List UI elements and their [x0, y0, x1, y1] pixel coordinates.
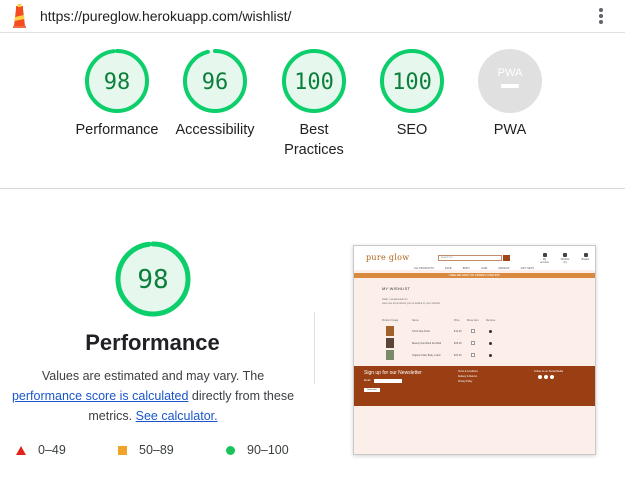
gauge-score: 98 [104, 70, 131, 95]
thumb-basket-icon: Basket [581, 253, 590, 265]
legend-range: 50–89 [139, 443, 174, 457]
thumb-row: Organic Daily Body Lotion €22.00 [382, 350, 512, 360]
thumb-heart-icon: Wishlist (0) [561, 253, 570, 265]
thumb-row: Beauty Dumbbell Set Bold €26.00 [382, 338, 512, 348]
thumb-intro: Hello, mariasavasimm [382, 298, 408, 301]
thumb-brand: pure glow [366, 253, 410, 262]
page-url[interactable]: https://pureglow.herokuapp.com/wishlist/ [40, 8, 291, 24]
section-divider [0, 188, 625, 189]
performance-score: 98 [137, 265, 168, 295]
pwa-badge-text: PWA [498, 67, 523, 79]
thumb-nav: ALL PRODUCTS FACE BODY HAIR MAKEUP GIFT SETS [414, 267, 534, 270]
gauge-best-practices[interactable]: 100 Best Practices [259, 48, 369, 160]
gauge-ring: 98 [85, 49, 149, 113]
gauge-performance[interactable]: 98 Performance [62, 48, 172, 140]
thumb-newsletter-title: Sign up for our Newsletter [364, 370, 422, 376]
average-square-icon [118, 445, 127, 455]
thumb-email-input [374, 379, 402, 383]
gauge-score: 100 [294, 70, 334, 95]
thumb-footer: Sign up for our Newsletter Email Subscri… [354, 366, 595, 406]
divider [0, 32, 625, 33]
gauge-label: Performance [75, 122, 159, 138]
final-screenshot[interactable]: pure glow Search for ... My account Wish… [353, 245, 596, 455]
performance-title: Performance [85, 330, 220, 355]
thumb-header: pure glow Search for ... My account Wish… [354, 246, 595, 270]
thumb-search-icon [503, 255, 510, 261]
thumb-intro: Here are all products you've added to yo… [382, 302, 440, 305]
lighthouse-logo-icon [13, 4, 26, 28]
more-options-icon[interactable] [596, 6, 606, 26]
legend-range: 0–49 [38, 443, 66, 457]
legend-range: 90–100 [247, 443, 289, 457]
gauge-label: Accessibility [175, 122, 255, 138]
thumb-heading: MY WISHLIST [382, 286, 411, 291]
thumb-subscribe-button: Subscribe [364, 388, 380, 392]
legend-average: 50–89 [118, 443, 174, 457]
desc-text: Values are estimated and may vary. The [41, 369, 265, 383]
vertical-divider [314, 312, 315, 384]
gauge-ring: 100 [282, 49, 346, 113]
pass-circle-icon [226, 445, 235, 455]
thumb-banner: FREE DELIVERY ON ORDERS OVER €50! [354, 273, 595, 278]
gauge-accessibility[interactable]: 96 Accessibility [160, 48, 270, 140]
gauge-score: 96 [202, 70, 229, 95]
gauge-pwa[interactable]: PWA PWA [455, 48, 565, 140]
thumb-social-icons [538, 375, 554, 379]
performance-gauge: 98 [115, 241, 191, 317]
see-calculator-link[interactable]: See calculator. [136, 409, 218, 423]
gauge-label: SEO [396, 122, 428, 138]
thumb-search: Search for ... [438, 255, 502, 261]
category-gauges: 98 Performance 96 Accessibility 100 Best… [0, 48, 625, 178]
thumb-row: Torrid Spa Drink €14.00 [382, 326, 512, 336]
legend-fail: 0–49 [16, 443, 66, 457]
pwa-badge-icon: PWA [478, 49, 542, 113]
gauge-score: 100 [392, 70, 432, 95]
url-bar: https://pureglow.herokuapp.com/wishlist/ [0, 0, 625, 32]
thumb-account-icon: My account [540, 253, 549, 265]
thumb-icons: My account Wishlist (0) Basket [540, 253, 590, 265]
performance-description: Values are estimated and may vary. The p… [8, 366, 298, 426]
fail-triangle-icon [16, 445, 26, 455]
gauge-ring: 96 [183, 49, 247, 113]
gauge-ring: 100 [380, 49, 444, 113]
score-legend: 0–49 50–89 90–100 [0, 443, 310, 461]
legend-pass: 90–100 [226, 443, 289, 457]
score-calculated-link[interactable]: performance score is calculated [12, 389, 188, 403]
gauge-label: PWA [493, 122, 527, 138]
thumb-footer-links: Terms & Conditions Delivery & Returns Pr… [458, 371, 478, 383]
gauge-seo[interactable]: 100 SEO [357, 48, 467, 140]
gauge-label: Best Practices [284, 122, 344, 158]
